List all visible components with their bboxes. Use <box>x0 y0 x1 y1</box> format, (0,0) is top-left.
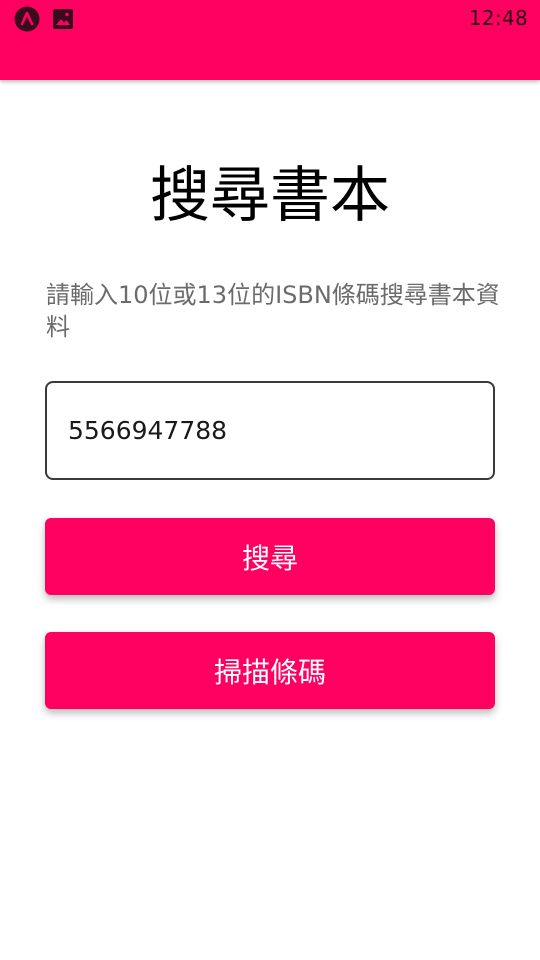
page-title: 搜尋書本 <box>150 161 390 231</box>
app-bar: 12:48 <box>0 0 540 80</box>
scan-barcode-button[interactable]: 掃描條碼 <box>45 632 495 709</box>
search-button[interactable]: 搜尋 <box>45 518 495 595</box>
status-bar: 12:48 <box>0 0 540 36</box>
isbn-input[interactable] <box>45 381 495 480</box>
scan-barcode-button-label: 掃描條碼 <box>213 655 326 689</box>
app-notification-icon <box>14 6 40 32</box>
instructions-text: 請輸入10位或13位的ISBN條碼搜尋書本資料 <box>46 281 500 341</box>
search-button-label: 搜尋 <box>241 541 298 575</box>
image-notification-icon <box>53 9 73 29</box>
status-time: 12:48 <box>468 6 528 30</box>
